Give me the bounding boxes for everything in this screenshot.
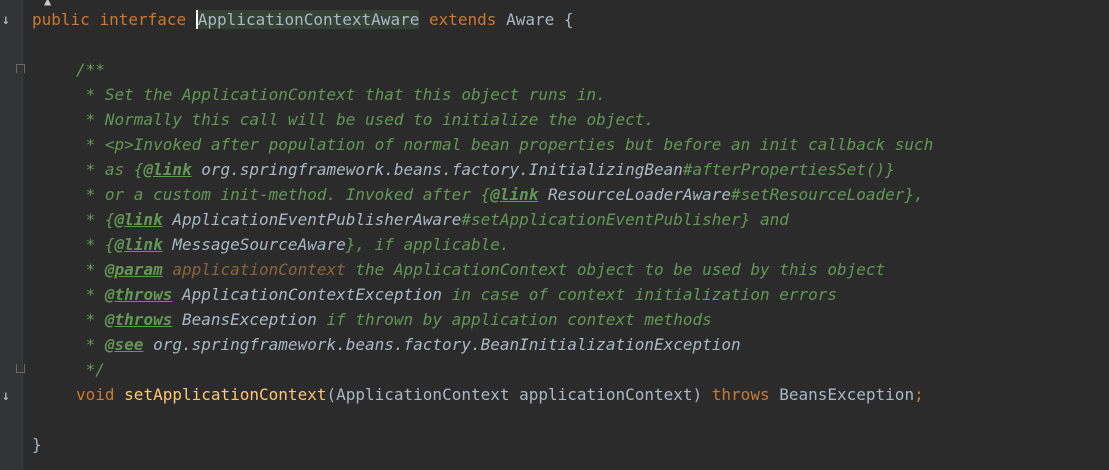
javadoc-text: * [76, 260, 105, 279]
javadoc-text: * <p>Invoked after population of normal … [76, 135, 934, 154]
javadoc-open: /** [76, 60, 105, 79]
gutter: ↓ ↓ [0, 0, 25, 470]
interface-name[interactable]: ApplicationContextAware [195, 10, 420, 29]
javadoc-tag: @throws [104, 310, 173, 329]
javadoc-tag: @link [143, 160, 192, 179]
fold-start-icon[interactable] [16, 64, 25, 73]
javadoc-link-ref[interactable]: org.springframework.beans.factory.Initia… [192, 160, 683, 179]
closing-brace: } [32, 435, 42, 454]
javadoc-text: * [76, 285, 105, 304]
javadoc-text: #setResourceLoader}, [731, 185, 924, 204]
javadoc-text: #afterPropertiesSet()} [682, 160, 895, 179]
javadoc-link-ref[interactable]: ApplicationEventPublisherAware [163, 210, 461, 229]
javadoc-tag: @link [490, 185, 539, 204]
keyword: interface [99, 10, 187, 29]
javadoc-text: #setApplicationEventPublisher} and [461, 210, 789, 229]
keyword: public [32, 10, 90, 29]
code-line: * @throws ApplicationContextException in… [76, 282, 837, 307]
javadoc-link-ref[interactable]: ApplicationContextException [172, 285, 442, 304]
javadoc-text: * [76, 335, 105, 354]
javadoc-tag: @link [114, 235, 163, 254]
code-line: * @throws BeansException if thrown by ap… [76, 307, 712, 332]
type-ref[interactable]: Aware [506, 10, 554, 29]
method-params: (ApplicationContext applicationContext) [326, 385, 712, 404]
code-line: * @see org.springframework.beans.factory… [76, 332, 741, 357]
code-line: * or a custom init-method. Invoked after… [76, 182, 924, 207]
javadoc-text: if thrown by application context methods [316, 310, 712, 329]
code-line: * {@link ApplicationEventPublisherAware#… [76, 207, 789, 232]
javadoc-text: }, if applicable. [345, 235, 510, 254]
javadoc-text: * Set the ApplicationContext that this o… [76, 85, 606, 104]
javadoc-tag: @param [104, 260, 163, 279]
javadoc-link-ref[interactable]: org.springframework.beans.factory.BeanIn… [143, 335, 741, 354]
javadoc-text: * or a custom init-method. Invoked after… [76, 185, 491, 204]
keyword: extends [428, 10, 497, 29]
semicolon: ; [914, 385, 924, 404]
javadoc-text: * Normally this call will be used to ini… [76, 110, 654, 129]
keyword: void [76, 385, 115, 404]
code-line: public interface ApplicationContextAware… [32, 7, 574, 32]
implementations-marker-icon[interactable]: ↓ [0, 388, 12, 404]
brace: { [554, 10, 574, 29]
javadoc-close: */ [76, 360, 105, 379]
code-line: * <p>Invoked after population of normal … [76, 132, 934, 157]
code-line: * Normally this call will be used to ini… [76, 107, 654, 132]
javadoc-text: * { [76, 235, 115, 254]
code-line: /** [76, 57, 105, 82]
javadoc-text: the ApplicationContext object to be used… [345, 260, 886, 279]
javadoc-tag: @link [114, 210, 163, 229]
code-line: * as {@link org.springframework.beans.fa… [76, 157, 895, 182]
code-line: } [32, 432, 42, 457]
javadoc-text: * [76, 310, 105, 329]
code-line: void setApplicationContext(ApplicationCo… [76, 382, 924, 407]
keyword: throws [711, 385, 770, 404]
javadoc-text: in case of context initialization errors [442, 285, 838, 304]
type-ref[interactable]: BeansException [770, 385, 914, 404]
javadoc-text: * { [76, 210, 115, 229]
implementations-marker-icon[interactable]: ↓ [0, 12, 12, 28]
javadoc-link-ref[interactable]: ResourceLoaderAware [538, 185, 731, 204]
code-line: * @param applicationContext the Applicat… [76, 257, 886, 282]
method-name[interactable]: setApplicationContext [124, 385, 326, 404]
javadoc-param-name[interactable]: applicationContext [163, 260, 345, 279]
javadoc-tag: @see [104, 335, 144, 354]
javadoc-tag: @throws [104, 285, 173, 304]
code-line: * {@link MessageSourceAware}, if applica… [76, 232, 510, 257]
javadoc-link-ref[interactable]: BeansException [172, 310, 317, 329]
javadoc-text: * as { [76, 160, 144, 179]
code-line: * Set the ApplicationContext that this o… [76, 82, 606, 107]
javadoc-link-ref[interactable]: MessageSourceAware [163, 235, 345, 254]
fold-end-icon[interactable] [16, 364, 25, 373]
code-line: */ [76, 357, 105, 382]
